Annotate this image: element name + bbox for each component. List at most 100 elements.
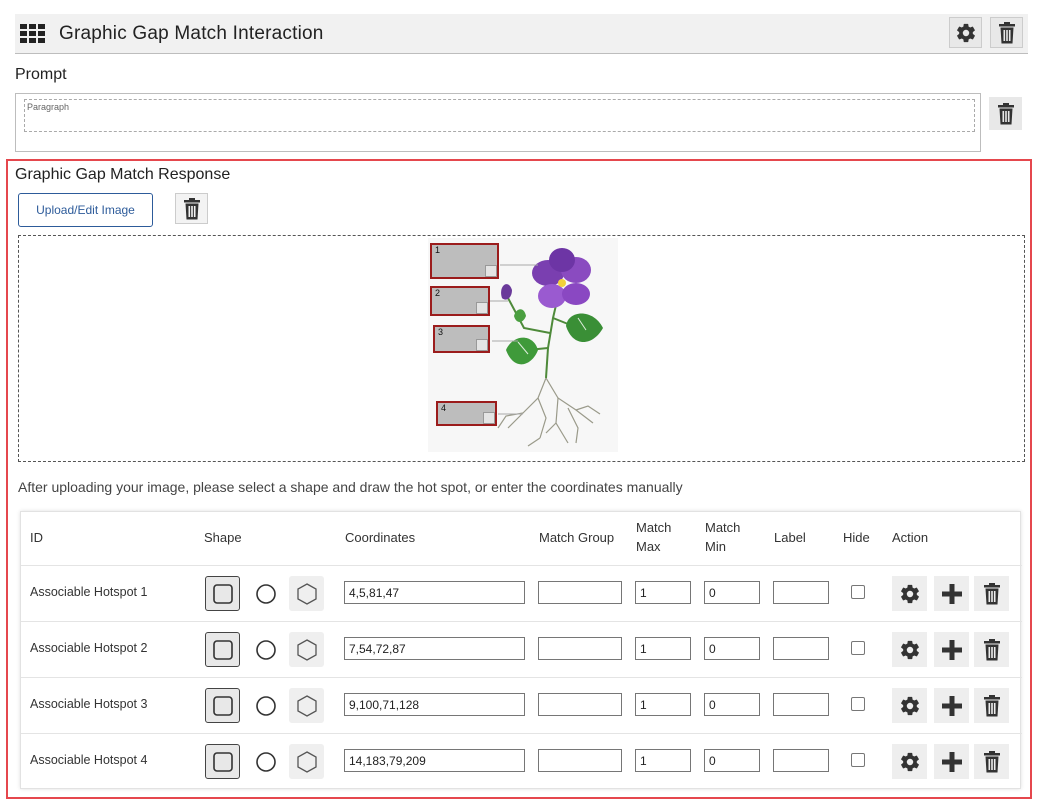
- hexagon-icon: [296, 694, 317, 717]
- hotspot-id: Associable Hotspot 1: [30, 585, 148, 599]
- hexagon-icon: [296, 638, 317, 661]
- hotspot-region-label: 2: [435, 288, 441, 298]
- prompt-paragraph-field[interactable]: Paragraph: [24, 99, 975, 132]
- label-input[interactable]: [773, 749, 829, 772]
- hotspot-region-2[interactable]: 2: [430, 286, 490, 316]
- match-min-input[interactable]: [704, 693, 760, 716]
- response-title: Graphic Gap Match Response: [15, 166, 231, 183]
- match-max-input[interactable]: [635, 749, 691, 772]
- prompt-label: Prompt: [15, 66, 67, 83]
- hide-checkbox[interactable]: [851, 585, 865, 599]
- hotspot-table: ID Shape Coordinates Match Group Match M…: [20, 511, 1022, 789]
- plus-icon: [941, 583, 962, 604]
- delete-image-button[interactable]: [175, 193, 208, 224]
- circle-shape-button[interactable]: [248, 576, 283, 611]
- delete-button[interactable]: [974, 688, 1009, 723]
- resize-handle[interactable]: [476, 302, 488, 314]
- hexagon-shape-button[interactable]: [289, 632, 324, 667]
- add-button[interactable]: [934, 576, 969, 611]
- trash-icon: [983, 750, 1000, 772]
- rectangle-shape-button[interactable]: [205, 632, 240, 667]
- rectangle-shape-button[interactable]: [205, 744, 240, 779]
- coordinates-input[interactable]: [344, 581, 525, 604]
- rectangle-icon: [212, 583, 233, 604]
- delete-button[interactable]: [974, 632, 1009, 667]
- gear-icon: [900, 696, 919, 715]
- hotspot-region-1[interactable]: 1: [430, 243, 499, 279]
- rectangle-shape-button[interactable]: [205, 576, 240, 611]
- delete-prompt-button[interactable]: [989, 97, 1022, 130]
- rectangle-icon: [212, 695, 233, 716]
- circle-shape-button[interactable]: [248, 744, 283, 779]
- hotspot-id: Associable Hotspot 3: [30, 697, 148, 711]
- circle-icon: [255, 751, 276, 772]
- rectangle-icon: [212, 751, 233, 772]
- match-group-input[interactable]: [538, 749, 622, 772]
- resize-handle[interactable]: [483, 412, 495, 424]
- hotspot-region-label: 3: [438, 327, 444, 337]
- coordinates-input[interactable]: [344, 749, 525, 772]
- hexagon-icon: [296, 582, 317, 605]
- add-button[interactable]: [934, 744, 969, 779]
- hide-checkbox[interactable]: [851, 697, 865, 711]
- header-match-group: Match Group: [539, 530, 615, 545]
- resize-handle[interactable]: [485, 265, 497, 277]
- add-button[interactable]: [934, 632, 969, 667]
- hexagon-shape-button[interactable]: [289, 576, 324, 611]
- settings-button[interactable]: [892, 632, 927, 667]
- settings-button[interactable]: [892, 688, 927, 723]
- prompt-placeholder: Paragraph: [27, 102, 70, 112]
- trash-icon: [998, 21, 1015, 43]
- header-match-min: Match Min: [705, 520, 741, 554]
- label-input[interactable]: [773, 693, 829, 716]
- label-input[interactable]: [773, 637, 829, 660]
- add-button[interactable]: [934, 688, 969, 723]
- resize-handle[interactable]: [476, 339, 488, 351]
- gear-icon: [956, 23, 975, 42]
- plant-image[interactable]: 1 2 3 4: [428, 238, 618, 452]
- hotspot-region-3[interactable]: 3: [433, 325, 490, 353]
- match-max-input[interactable]: [635, 581, 691, 604]
- circle-icon: [255, 695, 276, 716]
- circle-shape-button[interactable]: [248, 688, 283, 723]
- page-title: Graphic Gap Match Interaction: [59, 22, 324, 44]
- settings-button[interactable]: [892, 744, 927, 779]
- header-id: ID: [30, 530, 43, 545]
- match-min-input[interactable]: [704, 581, 760, 604]
- match-max-input[interactable]: [635, 637, 691, 660]
- delete-button[interactable]: [974, 744, 1009, 779]
- instructions-text: After uploading your image, please selec…: [18, 479, 683, 495]
- settings-button[interactable]: [892, 576, 927, 611]
- match-min-input[interactable]: [704, 637, 760, 660]
- rectangle-shape-button[interactable]: [205, 688, 240, 723]
- match-min-input[interactable]: [704, 749, 760, 772]
- prompt-editor[interactable]: Paragraph: [15, 93, 981, 152]
- hexagon-shape-button[interactable]: [289, 688, 324, 723]
- hotspot-id: Associable Hotspot 2: [30, 641, 148, 655]
- trash-icon: [983, 582, 1000, 604]
- header-shape: Shape: [204, 530, 242, 545]
- plus-icon: [941, 639, 962, 660]
- match-group-input[interactable]: [538, 693, 622, 716]
- delete-interaction-button[interactable]: [990, 17, 1023, 48]
- coordinates-input[interactable]: [344, 637, 525, 660]
- delete-button[interactable]: [974, 576, 1009, 611]
- hide-checkbox[interactable]: [851, 753, 865, 767]
- settings-button[interactable]: [949, 17, 982, 48]
- coordinates-input[interactable]: [344, 693, 525, 716]
- upload-edit-image-button[interactable]: Upload/Edit Image: [18, 193, 153, 227]
- match-group-input[interactable]: [538, 581, 622, 604]
- circle-shape-button[interactable]: [248, 632, 283, 667]
- gear-icon: [900, 752, 919, 771]
- grid-icon[interactable]: [20, 23, 46, 44]
- hexagon-shape-button[interactable]: [289, 744, 324, 779]
- hotspot-region-4[interactable]: 4: [436, 401, 497, 426]
- header-label: Label: [774, 530, 806, 545]
- label-input[interactable]: [773, 581, 829, 604]
- hide-checkbox[interactable]: [851, 641, 865, 655]
- match-max-input[interactable]: [635, 693, 691, 716]
- trash-icon: [983, 638, 1000, 660]
- match-group-input[interactable]: [538, 637, 622, 660]
- table-row-2: Associable Hotspot 2: [21, 621, 1022, 677]
- interaction-header: Graphic Gap Match Interaction: [15, 14, 1028, 54]
